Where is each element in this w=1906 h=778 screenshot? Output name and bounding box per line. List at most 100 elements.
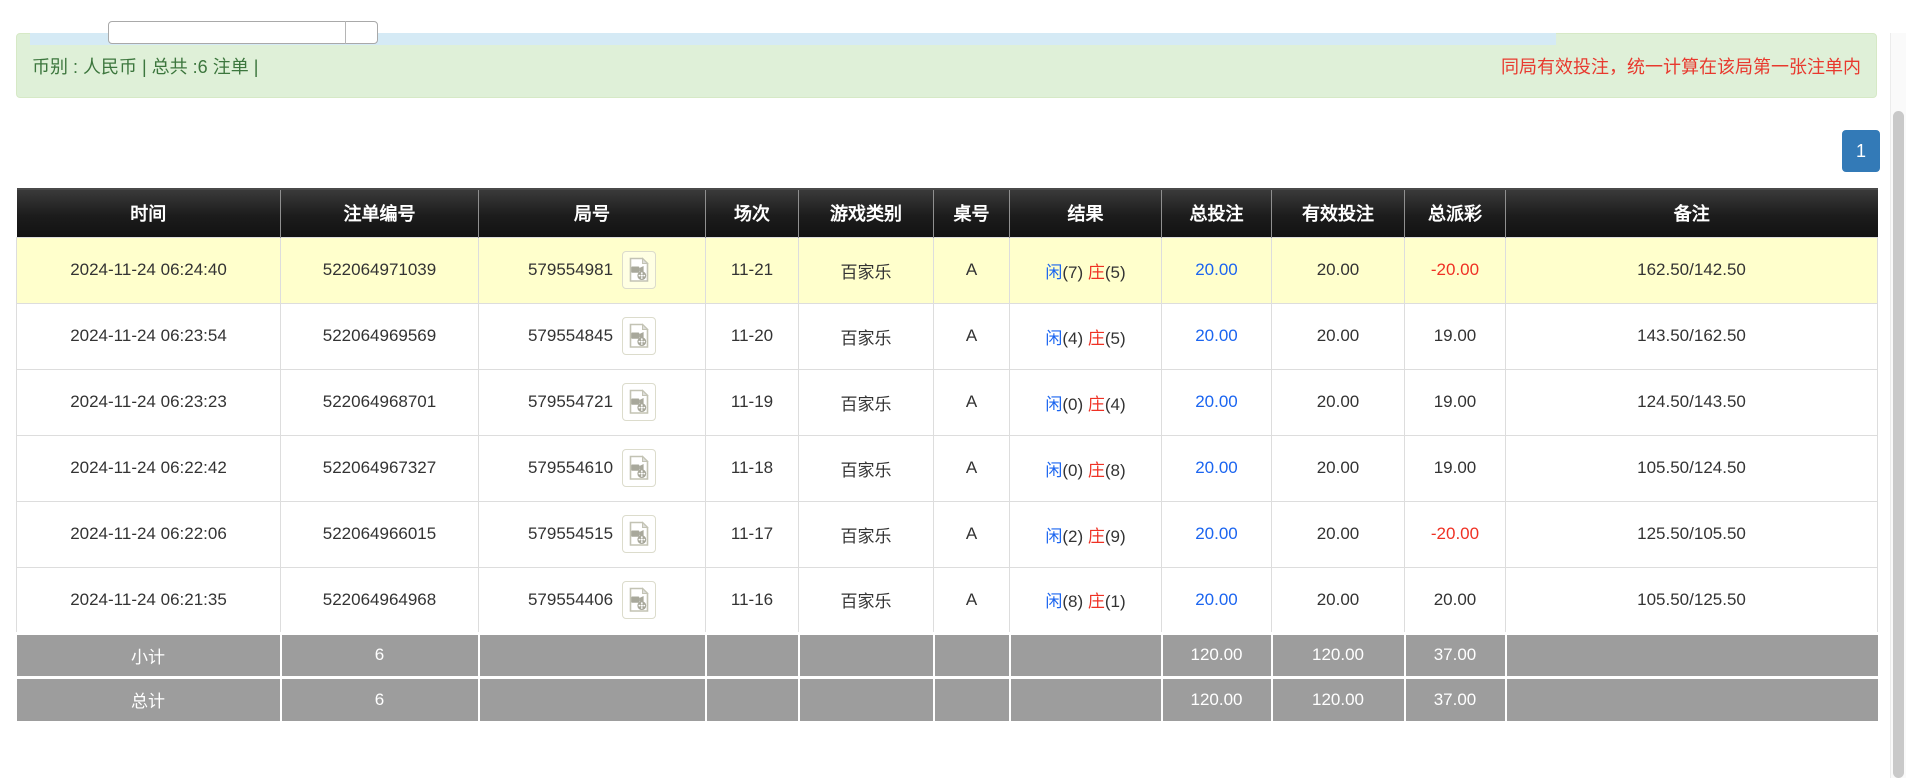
cell-remark: 124.50/143.50: [1505, 368, 1878, 436]
table-row: 2024-11-24 06:22:42 522064967327 5795546…: [16, 434, 1878, 502]
cell-game-type: 百家乐: [798, 236, 934, 304]
totals-empty-cell: [1505, 675, 1878, 721]
cell-payout: 19.00: [1404, 434, 1506, 502]
player-label: 闲: [1045, 592, 1063, 611]
cell-round-id: 579554721: [478, 368, 706, 436]
video-replay-button[interactable]: [622, 580, 657, 619]
table-row: 2024-11-24 06:24:40 522064971039 5795549…: [16, 236, 1878, 304]
video-icon: [629, 521, 649, 546]
cell-valid-bet: 20.00: [1271, 236, 1405, 304]
cell-result: 闲(2) 庄(9): [1009, 500, 1162, 568]
player-score: (0): [1062, 460, 1084, 480]
total-bet-link[interactable]: 20.00: [1195, 524, 1238, 543]
player-label: 闲: [1045, 526, 1063, 546]
search-input[interactable]: [108, 21, 378, 44]
banker-label: 庄: [1087, 262, 1105, 282]
video-replay-button[interactable]: [622, 515, 657, 553]
totals-empty-cell: [1009, 675, 1163, 721]
cell-valid-bet: 20.00: [1271, 566, 1405, 634]
cell-valid-bet: 20.00: [1271, 368, 1405, 436]
totals-count: 6: [280, 675, 480, 721]
video-icon: [629, 323, 649, 348]
column-header-7: 总投注: [1161, 188, 1272, 237]
cell-remark: 125.50/105.50: [1505, 500, 1878, 568]
table-row: 2024-11-24 06:23:54 522064969569 5795548…: [16, 302, 1878, 370]
column-header-3: 场次: [705, 188, 799, 237]
cell-game-type: 百家乐: [798, 434, 934, 502]
player-label: 闲: [1045, 262, 1063, 282]
banker-score: (9): [1104, 526, 1126, 546]
totals-valid-bet: 120.00: [1271, 675, 1406, 721]
input-addon-divider: [345, 21, 346, 44]
cell-bet-id: 522064964968: [280, 566, 479, 634]
totals-valid-bet: 120.00: [1271, 631, 1406, 677]
totals-row: 小计 6 120.00 120.00 37.00: [16, 631, 1878, 677]
cell-session: 11-16: [705, 566, 799, 634]
banker-label: 庄: [1087, 460, 1105, 480]
banker-score: (5): [1104, 328, 1126, 348]
totals-empty-cell: [798, 631, 935, 677]
cell-result: 闲(0) 庄(8): [1009, 434, 1162, 502]
total-bet-link[interactable]: 20.00: [1195, 326, 1238, 345]
cell-valid-bet: 20.00: [1271, 302, 1405, 370]
cell-round-id: 579554406: [478, 566, 706, 634]
cell-session: 11-17: [705, 500, 799, 568]
cell-total-bet: 20.00: [1161, 302, 1272, 370]
pagination-page-1[interactable]: 1: [1842, 130, 1880, 172]
cell-bet-id: 522064968701: [280, 368, 479, 436]
video-replay-button[interactable]: [622, 383, 657, 421]
cell-time: 2024-11-24 06:21:35: [16, 566, 281, 634]
pagination: 1: [0, 98, 1906, 188]
cell-round-id: 579554515: [478, 500, 706, 568]
column-header-1: 注单编号: [280, 188, 479, 237]
table-row: 2024-11-24 06:21:35 522064964968 5795544…: [16, 566, 1878, 634]
cell-result: 闲(4) 庄(5): [1009, 302, 1162, 370]
table-header: 时间 注单编号 局号 场次 游戏类别 桌号 结果 总投注 有效投注 总派彩 备注: [16, 188, 1878, 237]
video-icon: [629, 455, 649, 480]
video-replay-button[interactable]: [622, 449, 657, 487]
column-header-10: 备注: [1505, 188, 1878, 237]
cell-bet-id: 522064966015: [280, 500, 479, 568]
player-score: (2): [1062, 526, 1084, 546]
column-header-4: 游戏类别: [798, 188, 934, 237]
totals-row: 总计 6 120.00 120.00 37.00: [16, 675, 1878, 721]
cell-bet-id: 522064967327: [280, 434, 479, 502]
total-bet-link[interactable]: 20.00: [1195, 458, 1238, 477]
cell-bet-id: 522064971039: [280, 236, 479, 304]
totals-empty-cell: [933, 675, 1011, 721]
banker-label: 庄: [1087, 592, 1105, 611]
cell-total-bet: 20.00: [1161, 500, 1272, 568]
total-bet-link[interactable]: 20.00: [1195, 260, 1238, 279]
banker-score: (1): [1104, 592, 1126, 611]
column-header-0: 时间: [16, 188, 281, 237]
round-id-text: 579554981: [527, 260, 614, 279]
video-icon: [629, 389, 649, 414]
cell-payout: 20.00: [1404, 566, 1506, 634]
banker-label: 庄: [1087, 526, 1105, 546]
round-id-text: 579554515: [527, 524, 614, 543]
round-id-text: 579554610: [527, 458, 614, 477]
totals-payout: 37.00: [1404, 675, 1507, 721]
scrollbar-thumb[interactable]: [1893, 111, 1904, 778]
cell-time: 2024-11-24 06:23:54: [16, 302, 281, 370]
cell-remark: 143.50/162.50: [1505, 302, 1878, 370]
video-replay-button[interactable]: [622, 251, 657, 289]
cell-table-no: A: [933, 566, 1010, 634]
video-replay-button[interactable]: [622, 317, 657, 355]
cell-payout: -20.00: [1404, 500, 1506, 568]
totals-empty-cell: [798, 675, 935, 721]
cell-total-bet: 20.00: [1161, 236, 1272, 304]
cell-game-type: 百家乐: [798, 368, 934, 436]
cell-remark: 105.50/124.50: [1505, 434, 1878, 502]
banker-score: (4): [1104, 394, 1126, 414]
cell-session: 11-21: [705, 236, 799, 304]
cell-payout: -20.00: [1404, 236, 1506, 304]
totals-empty-cell: [705, 631, 800, 677]
vertical-scrollbar[interactable]: [1890, 33, 1906, 778]
table-header-row: 时间 注单编号 局号 场次 游戏类别 桌号 结果 总投注 有效投注 总派彩 备注: [16, 188, 1878, 237]
player-score: (8): [1062, 592, 1084, 611]
total-bet-link[interactable]: 20.00: [1195, 392, 1238, 411]
total-bet-link[interactable]: 20.00: [1195, 590, 1238, 609]
cell-session: 11-18: [705, 434, 799, 502]
totals-empty-cell: [478, 631, 707, 677]
